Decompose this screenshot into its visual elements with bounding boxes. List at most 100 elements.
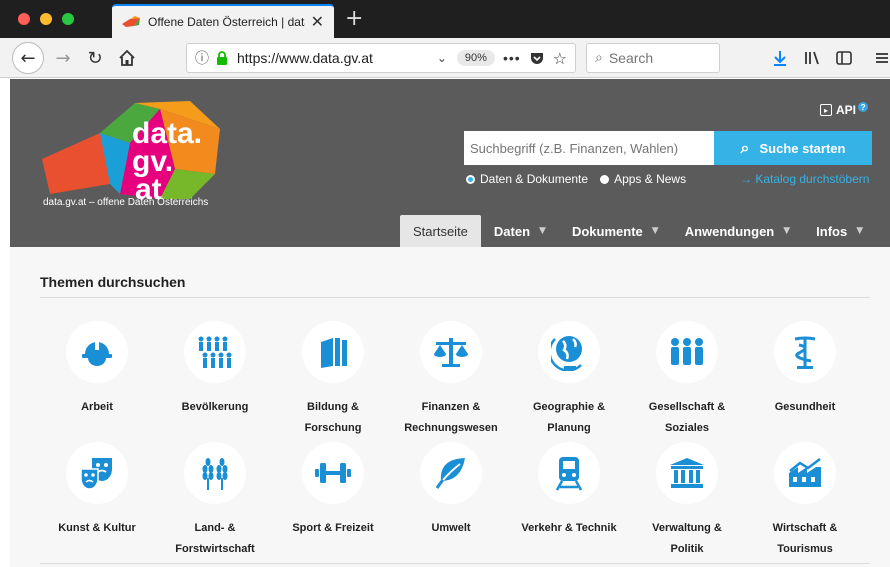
books-icon — [321, 338, 347, 368]
tab-title: Offene Daten Österreich | data.g — [148, 15, 305, 29]
section-title: Themen durchsuchen — [40, 274, 186, 290]
topic-label-line2: Forschung — [304, 422, 362, 434]
site-tagline: data.gv.at – offene Daten Österreichs — [43, 197, 209, 208]
nav-dokumente[interactable]: Dokumente ▼ — [559, 215, 672, 247]
topic-arbeit[interactable]: Arbeit — [38, 321, 156, 418]
url-bar[interactable]: ⓘ https://www.data.gv.at ⌄ 90% ••• ☆ — [186, 43, 576, 73]
nav-label: Anwendungen — [684, 223, 775, 239]
topic-gesundheit[interactable]: Gesundheit — [746, 321, 864, 418]
topic-umwelt[interactable]: Umwelt — [392, 442, 510, 539]
topic-label-line2: Forstwirtschaft — [175, 543, 255, 555]
close-window-button[interactable] — [18, 13, 30, 25]
topic-label: Verwaltung & Politik — [628, 518, 746, 560]
topic-label-line1: Wirtschaft & — [772, 522, 838, 534]
hamburger-menu-icon[interactable] — [872, 48, 890, 68]
topic-kunst[interactable]: Kunst & Kultur — [38, 442, 156, 539]
radio-apps[interactable] — [600, 174, 610, 184]
topic-geographie[interactable]: Geographie & Planung — [510, 321, 628, 439]
topic-label-line2: Planung — [547, 422, 591, 434]
caduceus-icon — [794, 336, 816, 369]
radio-docs[interactable] — [466, 174, 475, 184]
topic-icon-circle — [538, 321, 600, 383]
reload-button[interactable]: ↻ — [84, 44, 106, 72]
search-icon: ⌕ — [740, 138, 750, 157]
download-icon[interactable] — [770, 48, 790, 68]
topic-finanzen[interactable]: Finanzen & Rechnungswesen — [392, 321, 510, 439]
topic-bevoelkerung[interactable]: Bevölkerung — [156, 321, 274, 418]
divider — [40, 297, 870, 298]
browser-tab[interactable]: Offene Daten Österreich | data.g ✕ — [112, 4, 334, 38]
topic-label: Arbeit — [38, 397, 156, 418]
page-actions-icon[interactable]: ••• — [503, 50, 521, 66]
topic-gesellschaft[interactable]: Gesellschaft & Soziales — [628, 321, 746, 439]
forward-button[interactable]: → — [52, 44, 74, 72]
topic-verkehr[interactable]: Verkehr & Technik — [510, 442, 628, 539]
site-search-input[interactable] — [464, 131, 714, 165]
bookmark-star-icon[interactable]: ☆ — [553, 49, 567, 68]
lock-icon — [217, 51, 227, 65]
topic-bildung[interactable]: Bildung & Forschung — [274, 321, 392, 439]
minimize-window-button[interactable] — [40, 13, 52, 25]
radio-docs-label[interactable]: Daten & Dokumente — [480, 172, 588, 186]
info-icon[interactable]: ⓘ — [195, 48, 209, 68]
nav-infos[interactable]: Infos ▼ — [803, 215, 876, 247]
population-icon — [198, 336, 232, 368]
topic-label-line1: Verkehr & Technik — [521, 522, 617, 534]
topic-label: Finanzen & Rechnungswesen — [392, 397, 510, 439]
topic-label: Kunst & Kultur — [38, 518, 156, 539]
nav-anwendungen[interactable]: Anwendungen ▼ — [672, 215, 803, 247]
topic-wirtschaft[interactable]: Wirtschaft & Tourismus — [746, 442, 864, 560]
topic-label-line1: Bildung & — [307, 401, 359, 413]
library-icon[interactable] — [802, 48, 822, 68]
topic-sport[interactable]: Sport & Freizeit — [274, 442, 392, 539]
topic-verwaltung[interactable]: Verwaltung & Politik — [628, 442, 746, 560]
catalog-link[interactable]: → Katalog durchstöbern — [740, 172, 869, 186]
url-text[interactable]: https://www.data.gv.at — [237, 50, 437, 66]
url-dropdown-icon[interactable]: ⌄ — [437, 51, 447, 65]
chevron-down-icon: ▼ — [856, 226, 864, 236]
zoom-indicator[interactable]: 90% — [456, 50, 495, 66]
topic-label-line2: Politik — [670, 543, 704, 555]
helmet-icon — [82, 339, 112, 366]
topic-icon-circle — [774, 442, 836, 504]
new-tab-button[interactable]: + — [345, 6, 363, 31]
site-favicon-icon — [122, 16, 140, 27]
api-link[interactable]: ▸ API ? — [820, 102, 869, 117]
topic-landwirtschaft[interactable]: Land- & Forstwirtschaft — [156, 442, 274, 560]
topic-label: Land- & Forstwirtschaft — [156, 518, 274, 560]
radio-apps-label[interactable]: Apps & News — [614, 172, 686, 186]
topic-label-line1: Verwaltung & — [652, 522, 722, 534]
nav-label: Infos — [816, 223, 848, 239]
topic-icon-circle — [302, 442, 364, 504]
topic-label: Verkehr & Technik — [510, 518, 628, 539]
topic-icon-circle — [656, 442, 718, 504]
maximize-window-button[interactable] — [62, 13, 74, 25]
topic-label-line1: Umwelt — [431, 522, 471, 534]
divider — [40, 563, 870, 564]
home-icon — [119, 49, 135, 66]
topic-label-line1: Arbeit — [81, 401, 113, 413]
main-nav: Startseite Daten ▼ Dokumente ▼ Anwendungen… — [400, 215, 876, 247]
browser-search-input[interactable] — [608, 50, 699, 66]
help-icon[interactable]: ? — [858, 102, 869, 112]
topic-label-line1: Gesundheit — [774, 401, 836, 413]
nav-daten[interactable]: Daten ▼ — [481, 215, 559, 247]
site-logo[interactable]: data. gv. at — [40, 99, 230, 209]
topic-icon-circle — [420, 442, 482, 504]
search-submit-button[interactable]: ⌕ Suche starten — [714, 131, 872, 165]
back-button[interactable]: ← — [12, 42, 44, 74]
topic-label-line1: Bevölkerung — [181, 401, 249, 413]
building-icon — [670, 458, 704, 488]
nav-label: Daten — [493, 223, 531, 239]
home-button[interactable] — [116, 44, 138, 72]
dumbbell-icon — [315, 463, 351, 483]
topic-label: Gesundheit — [746, 397, 864, 418]
nav-startseite[interactable]: Startseite — [400, 215, 481, 247]
browser-search-bar[interactable]: ⌕ — [586, 43, 720, 73]
chevron-down-icon: ▼ — [783, 226, 791, 236]
topic-label-line1: Finanzen & — [421, 401, 481, 413]
pocket-icon[interactable] — [529, 50, 545, 66]
sidebar-icon[interactable] — [834, 48, 854, 68]
tab-close-icon[interactable]: ✕ — [311, 12, 324, 32]
topic-label: Geographie & Planung — [510, 397, 628, 439]
